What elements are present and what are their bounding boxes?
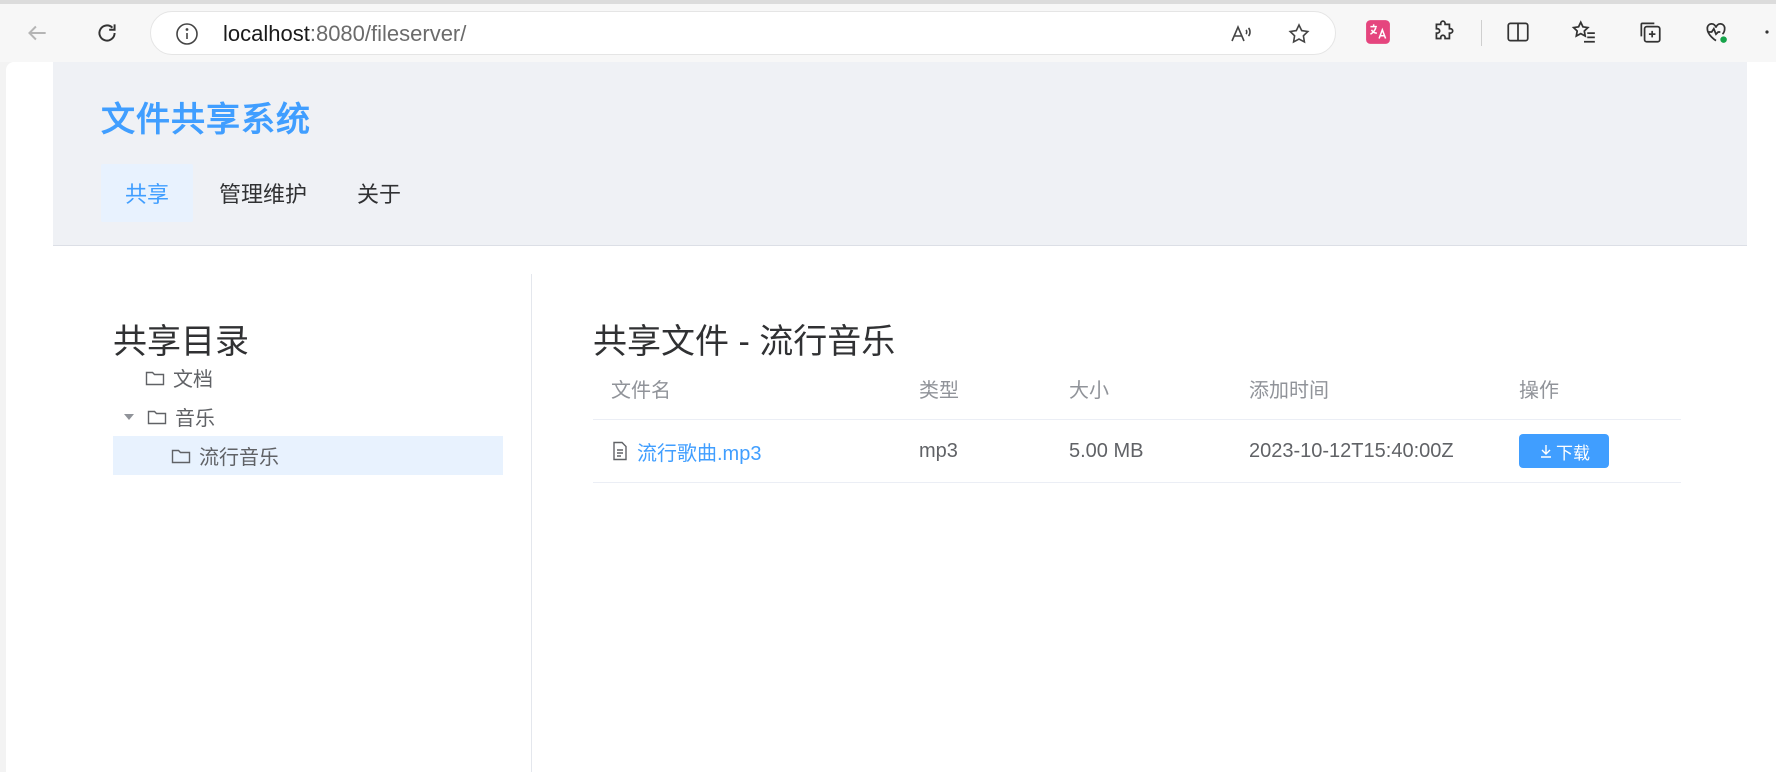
cell-actions: 下载 [1501, 434, 1681, 468]
read-aloud-icon[interactable] [1227, 20, 1255, 48]
column-header-name[interactable]: 文件名 [593, 374, 901, 403]
tree-node-label: 音乐 [175, 408, 215, 430]
tab-strip [0, 0, 1776, 4]
sidebar-title: 共享目录 [113, 323, 249, 361]
site-header: 文件共享系统 共享 管理维护 关于 [53, 62, 1747, 246]
more-menu-icon[interactable] [1758, 16, 1776, 48]
folder-icon [145, 371, 165, 385]
tree-node-pop-music[interactable]: 流行音乐 [113, 436, 503, 475]
url-host: localhost [223, 21, 310, 46]
files-table: 文件名 类型 大小 添加时间 操作 流行歌曲.mp3 mp3 5.00 MB 2… [593, 358, 1681, 483]
folder-icon [147, 410, 167, 424]
column-header-added[interactable]: 添加时间 [1231, 374, 1501, 403]
cell-name: 流行歌曲.mp3 [593, 437, 901, 466]
url-path: :8080/fileserver/ [309, 21, 467, 46]
extensions-puzzle-icon[interactable] [1428, 16, 1460, 48]
tree-node-label: 文档 [173, 369, 213, 391]
refresh-icon[interactable] [88, 14, 126, 52]
panel-divider [531, 274, 532, 772]
tree-node-docs[interactable]: 文档 [113, 358, 503, 397]
menu-item-share[interactable]: 共享 [101, 164, 194, 222]
document-icon [613, 441, 627, 461]
favorite-star-icon[interactable] [1285, 20, 1313, 48]
browser-health-icon[interactable] [1700, 16, 1732, 48]
favorites-list-icon[interactable] [1568, 16, 1600, 48]
toolbar-separator [1481, 20, 1482, 46]
download-icon [1541, 445, 1551, 458]
menu-item-admin[interactable]: 管理维护 [195, 164, 331, 222]
caret-down-icon[interactable] [123, 411, 135, 423]
column-header-actions: 操作 [1519, 380, 1559, 402]
column-header-size[interactable]: 大小 [1051, 374, 1231, 403]
url-text[interactable]: localhost:8080/fileserver/ [223, 21, 466, 47]
info-icon[interactable] [175, 22, 199, 46]
tree-node-music[interactable]: 音乐 [113, 397, 503, 436]
browser-toolbar: localhost:8080/fileserver/ [0, 0, 1776, 62]
download-button[interactable]: 下载 [1519, 434, 1609, 468]
table-header: 文件名 类型 大小 添加时间 操作 [593, 358, 1681, 420]
cell-size: 5.00 MB [1069, 439, 1144, 462]
translate-extension-icon[interactable] [1362, 16, 1394, 48]
cell-added: 2023-10-12T15:40:00Z [1249, 439, 1454, 462]
address-bar[interactable]: localhost:8080/fileserver/ [150, 11, 1336, 55]
menu-item-about[interactable]: 关于 [333, 164, 425, 222]
tree-node-label: 流行音乐 [199, 447, 279, 469]
column-header-type[interactable]: 类型 [901, 374, 1051, 403]
cell-type: mp3 [919, 439, 958, 462]
directory-tree: 文档 音乐 流行音乐 [113, 358, 503, 475]
folder-icon [171, 449, 191, 463]
collections-icon[interactable] [1634, 16, 1666, 48]
download-label: 下载 [1556, 443, 1590, 463]
page-viewport: 文件共享系统 共享 管理维护 关于 共享目录 文档 音乐 流行音乐 共享文件 -… [6, 62, 1776, 772]
back-icon[interactable] [18, 14, 56, 52]
site-title: 文件共享系统 [101, 101, 311, 139]
file-link[interactable]: 流行歌曲.mp3 [637, 437, 761, 466]
main-title: 共享文件 - 流行音乐 [593, 323, 896, 361]
top-menu: 共享 管理维护 关于 [101, 164, 427, 222]
split-screen-icon[interactable] [1502, 16, 1534, 48]
table-row: 流行歌曲.mp3 mp3 5.00 MB 2023-10-12T15:40:00… [593, 420, 1681, 483]
